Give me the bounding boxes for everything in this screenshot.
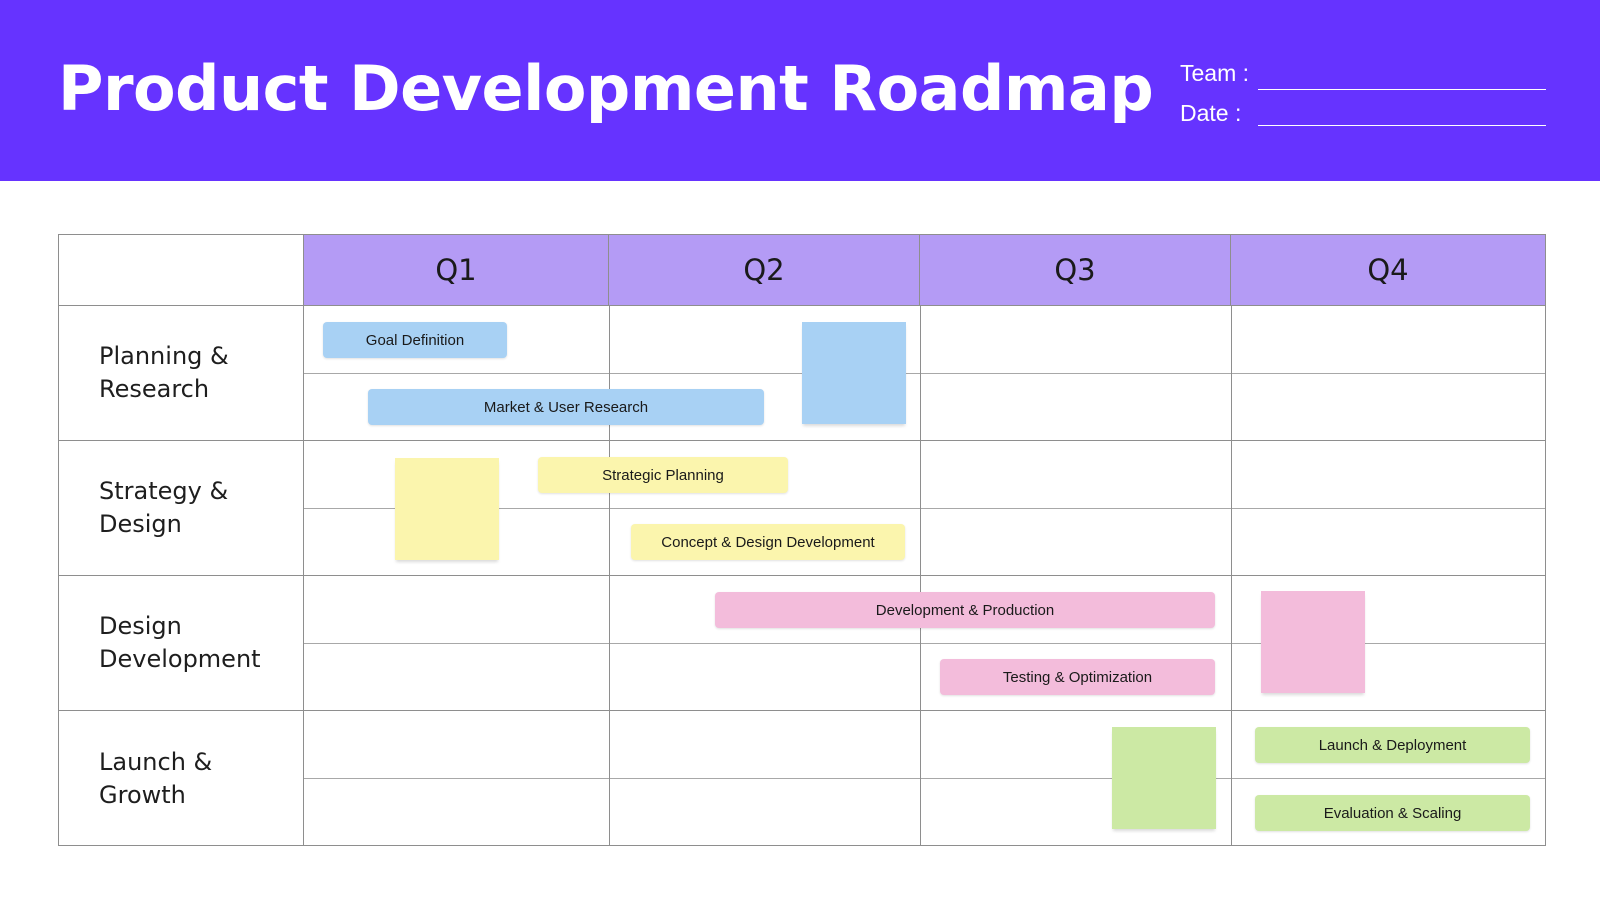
grid-line <box>304 440 1545 441</box>
date-field[interactable] <box>1258 125 1546 126</box>
page-title: Product Development Roadmap <box>58 52 1154 125</box>
grid-line <box>920 306 921 845</box>
task-goal-definition[interactable]: Goal Definition <box>323 322 507 358</box>
team-label: Team : <box>1180 60 1250 86</box>
corner-cell <box>59 235 304 306</box>
task-strategic-planning[interactable]: Strategic Planning <box>538 457 788 493</box>
task-market-user-research[interactable]: Market & User Research <box>368 389 764 425</box>
grid-line <box>304 575 1545 576</box>
row-label-design-development: Design Development <box>59 576 304 711</box>
row-label-planning-research: Planning & Research <box>59 306 304 441</box>
quarter-header-q3: Q3 <box>920 235 1231 306</box>
task-concept-design-development[interactable]: Concept & Design Development <box>631 524 905 560</box>
task-evaluation-scaling[interactable]: Evaluation & Scaling <box>1255 795 1530 831</box>
grid-line <box>304 710 1545 711</box>
task-launch-deployment[interactable]: Launch & Deployment <box>1255 727 1530 763</box>
team-field[interactable] <box>1258 89 1546 90</box>
grid-line <box>1231 306 1232 845</box>
grid-line <box>304 778 1545 779</box>
quarter-header-q1: Q1 <box>304 235 609 306</box>
quarter-header-q4: Q4 <box>1231 235 1545 306</box>
row-label-strategy-design: Strategy & Design <box>59 441 304 576</box>
quarter-header-q2: Q2 <box>609 235 920 306</box>
row-label-launch-growth: Launch & Growth <box>59 711 304 846</box>
sticky-note-blue[interactable] <box>802 322 906 424</box>
task-development-production[interactable]: Development & Production <box>715 592 1215 628</box>
sticky-note-yellow[interactable] <box>395 458 499 560</box>
task-testing-optimization[interactable]: Testing & Optimization <box>940 659 1215 695</box>
date-label: Date : <box>1180 100 1242 126</box>
grid-line <box>609 306 610 845</box>
grid-line <box>304 373 1545 374</box>
header-banner: Product Development Roadmap Team : Date … <box>0 0 1600 181</box>
sticky-note-green[interactable] <box>1112 727 1216 829</box>
sticky-note-pink[interactable] <box>1261 591 1365 693</box>
